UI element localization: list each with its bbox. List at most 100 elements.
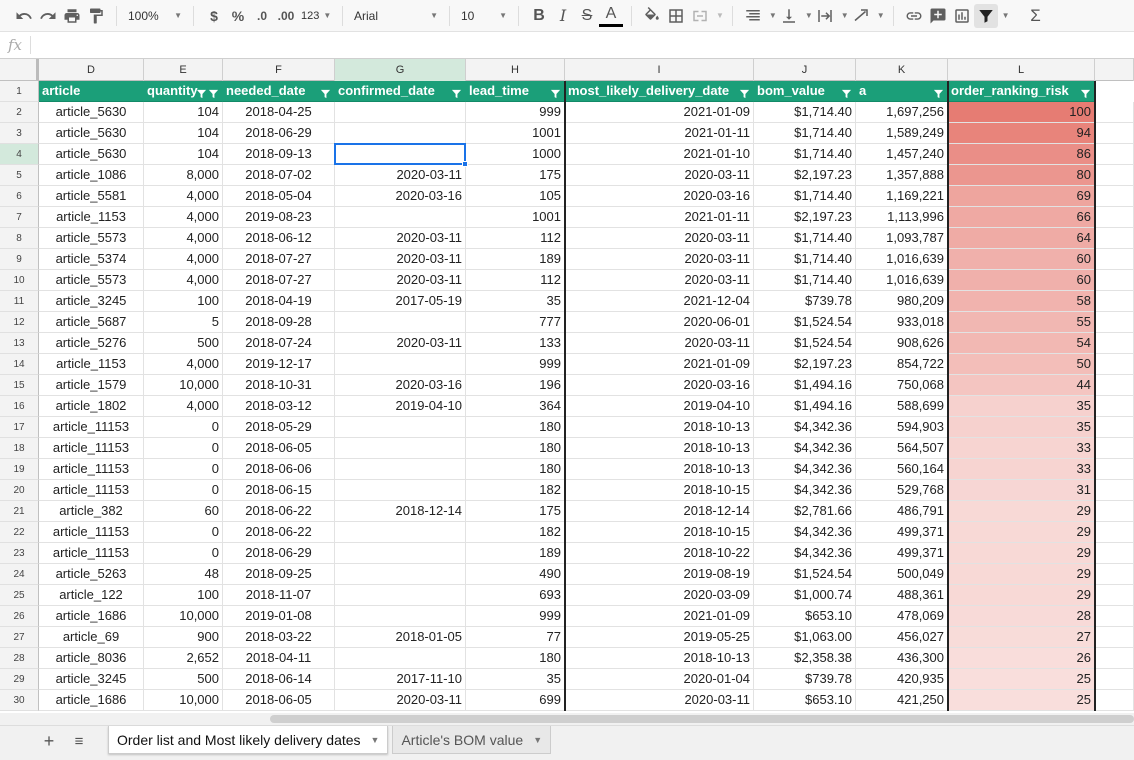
cell-confirmed-date[interactable] bbox=[335, 417, 466, 438]
header-cell-confirmed-date[interactable]: confirmed_date bbox=[335, 81, 466, 102]
cell-bom-value[interactable]: $1,714.40 bbox=[754, 249, 856, 270]
sheet-tab-2[interactable]: Article's BOM value ▼ bbox=[392, 726, 552, 754]
cell-article[interactable]: article_11153 bbox=[39, 522, 144, 543]
undo-icon[interactable] bbox=[12, 4, 36, 28]
cell-lead-time[interactable]: 196 bbox=[466, 375, 565, 396]
cell-quantity[interactable]: 104 bbox=[144, 102, 223, 123]
cell-most-likely-delivery-date[interactable]: 2021-01-11 bbox=[565, 207, 754, 228]
cell-order-ranking-risk[interactable]: 25 bbox=[948, 669, 1095, 690]
filter-icon[interactable] bbox=[451, 85, 462, 99]
cell-article[interactable]: article_5276 bbox=[39, 333, 144, 354]
cell-quantity[interactable]: 10,000 bbox=[144, 375, 223, 396]
cell-lead-time[interactable]: 1001 bbox=[466, 207, 565, 228]
cell-article[interactable]: article_1579 bbox=[39, 375, 144, 396]
cell-article[interactable]: article_382 bbox=[39, 501, 144, 522]
cell-bom-value[interactable]: $1,000.74 bbox=[754, 585, 856, 606]
cell-bom-value[interactable]: $1,714.40 bbox=[754, 102, 856, 123]
cell-empty[interactable] bbox=[1095, 438, 1134, 459]
row-header-2[interactable]: 2 bbox=[0, 102, 39, 123]
cell-confirmed-date[interactable]: 2020-03-11 bbox=[335, 228, 466, 249]
cell-confirmed-date[interactable] bbox=[335, 312, 466, 333]
cell-quantity[interactable]: 0 bbox=[144, 438, 223, 459]
cell-quantity[interactable]: 4,000 bbox=[144, 270, 223, 291]
cell-bom-value[interactable]: $1,063.00 bbox=[754, 627, 856, 648]
column-header-j[interactable]: J bbox=[754, 59, 856, 81]
cell-empty[interactable] bbox=[1095, 690, 1134, 711]
column-header-g[interactable]: G bbox=[335, 59, 466, 81]
row-header-11[interactable]: 11 bbox=[0, 291, 39, 312]
cell-order-ranking-risk[interactable]: 29 bbox=[948, 543, 1095, 564]
row-header-26[interactable]: 26 bbox=[0, 606, 39, 627]
cell-most-likely-delivery-date[interactable]: 2020-03-11 bbox=[565, 228, 754, 249]
cell-bom-value[interactable]: $4,342.36 bbox=[754, 522, 856, 543]
cell-quantity[interactable]: 500 bbox=[144, 333, 223, 354]
row-header-30[interactable]: 30 bbox=[0, 690, 39, 711]
cell-empty[interactable] bbox=[1095, 459, 1134, 480]
select-all-corner[interactable] bbox=[0, 59, 39, 81]
cell-order-ranking-risk[interactable]: 94 bbox=[948, 123, 1095, 144]
cell-needed-date[interactable]: 2018-05-29 bbox=[223, 417, 335, 438]
cell-confirmed-date[interactable] bbox=[335, 543, 466, 564]
column-header-e[interactable]: E bbox=[144, 59, 223, 81]
cell-confirmed-date[interactable]: 2020-03-11 bbox=[335, 249, 466, 270]
header-cell-needed-date[interactable]: needed_date bbox=[223, 81, 335, 102]
cell-a[interactable]: 456,027 bbox=[856, 627, 948, 648]
font-select[interactable]: Arial ▼ bbox=[351, 4, 441, 28]
cell-bom-value[interactable]: $2,358.38 bbox=[754, 648, 856, 669]
cell-confirmed-date[interactable]: 2020-03-11 bbox=[335, 270, 466, 291]
cell-empty[interactable] bbox=[1095, 270, 1134, 291]
cell-needed-date[interactable]: 2018-05-04 bbox=[223, 186, 335, 207]
filter-icon[interactable] bbox=[550, 85, 561, 99]
currency-format-button[interactable]: $ bbox=[202, 4, 226, 28]
row-header-1[interactable]: 1 bbox=[0, 81, 39, 102]
cell-quantity[interactable]: 4,000 bbox=[144, 207, 223, 228]
insert-comment-icon[interactable] bbox=[926, 4, 950, 28]
cell-bom-value[interactable]: $2,781.66 bbox=[754, 501, 856, 522]
cell-order-ranking-risk[interactable]: 31 bbox=[948, 480, 1095, 501]
row-header-10[interactable]: 10 bbox=[0, 270, 39, 291]
cell-a[interactable]: 486,791 bbox=[856, 501, 948, 522]
cell-confirmed-date[interactable] bbox=[335, 522, 466, 543]
strikethrough-icon[interactable]: S bbox=[575, 4, 599, 28]
cell-needed-date[interactable]: 2018-09-25 bbox=[223, 564, 335, 585]
cell-bom-value[interactable]: $4,342.36 bbox=[754, 480, 856, 501]
header-cell-order-ranking-risk[interactable]: order_ranking_risk bbox=[948, 81, 1095, 102]
cell-most-likely-delivery-date[interactable]: 2018-10-13 bbox=[565, 459, 754, 480]
cell-empty[interactable] bbox=[1095, 543, 1134, 564]
row-header-24[interactable]: 24 bbox=[0, 564, 39, 585]
cell-most-likely-delivery-date[interactable]: 2018-10-13 bbox=[565, 417, 754, 438]
cell-most-likely-delivery-date[interactable]: 2018-10-15 bbox=[565, 522, 754, 543]
cell-empty[interactable] bbox=[1095, 417, 1134, 438]
cell-quantity[interactable]: 4,000 bbox=[144, 228, 223, 249]
cell-needed-date[interactable]: 2018-06-12 bbox=[223, 228, 335, 249]
cell-needed-date[interactable]: 2018-04-11 bbox=[223, 648, 335, 669]
header-cell-quantity[interactable]: quantity bbox=[144, 81, 223, 102]
cell-needed-date[interactable]: 2018-09-28 bbox=[223, 312, 335, 333]
cell-bom-value[interactable]: $1,524.54 bbox=[754, 333, 856, 354]
column-header-i[interactable]: I bbox=[565, 59, 754, 81]
cell-order-ranking-risk[interactable]: 25 bbox=[948, 690, 1095, 711]
decrease-decimal-button[interactable]: .0 bbox=[250, 4, 274, 28]
cell-a[interactable]: 420,935 bbox=[856, 669, 948, 690]
cell-a[interactable]: 980,209 bbox=[856, 291, 948, 312]
cell-needed-date[interactable]: 2018-06-05 bbox=[223, 438, 335, 459]
filter-icon[interactable] bbox=[739, 85, 750, 99]
chevron-down-icon[interactable]: ▼ bbox=[533, 735, 542, 745]
cell-most-likely-delivery-date[interactable]: 2020-03-11 bbox=[565, 249, 754, 270]
cell-confirmed-date[interactable]: 2020-03-16 bbox=[335, 186, 466, 207]
cell-confirmed-date[interactable]: 2018-01-05 bbox=[335, 627, 466, 648]
cell-bom-value[interactable]: $2,197.23 bbox=[754, 207, 856, 228]
cell-confirmed-date[interactable] bbox=[335, 585, 466, 606]
cell-a[interactable]: 1,457,240 bbox=[856, 144, 948, 165]
cell-lead-time[interactable]: 693 bbox=[466, 585, 565, 606]
cell-needed-date[interactable]: 2018-06-29 bbox=[223, 543, 335, 564]
cell-a[interactable]: 421,250 bbox=[856, 690, 948, 711]
redo-icon[interactable] bbox=[36, 4, 60, 28]
row-header-21[interactable]: 21 bbox=[0, 501, 39, 522]
cell-empty[interactable] bbox=[1095, 249, 1134, 270]
cell-bom-value[interactable]: $4,342.36 bbox=[754, 417, 856, 438]
cell-a[interactable]: 1,589,249 bbox=[856, 123, 948, 144]
cell-most-likely-delivery-date[interactable]: 2018-12-14 bbox=[565, 501, 754, 522]
cell-article[interactable]: article_11153 bbox=[39, 417, 144, 438]
cell-quantity[interactable]: 100 bbox=[144, 585, 223, 606]
